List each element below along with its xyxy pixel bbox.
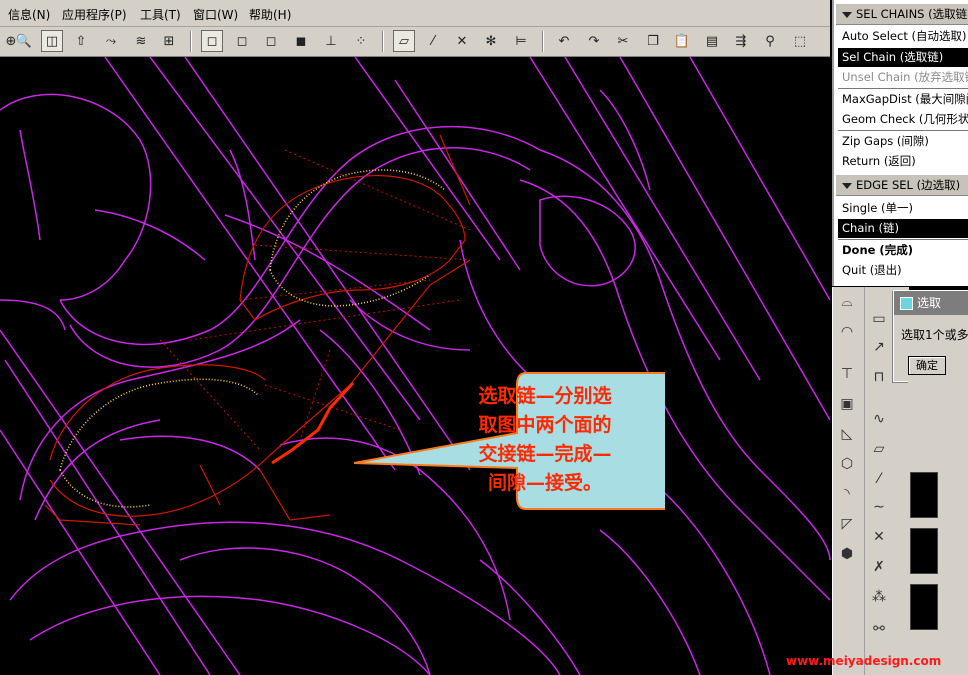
menu-unsel-chain: Unsel Chain (放弃选取链)	[842, 70, 968, 84]
chamfer-icon[interactable]: ◸	[835, 512, 859, 536]
coord-sys-icon[interactable]: ✻	[480, 30, 502, 52]
orient-icon[interactable]: ⇧	[70, 30, 92, 52]
callout-line-2: 取图中两个面的	[478, 414, 612, 436]
menu-info[interactable]: 信息(N)	[8, 6, 50, 23]
datum-plane-icon[interactable]: ▭	[867, 307, 891, 331]
menu-bar: 信息(N) 应用程序(P) 工具(T) 窗口(W) 帮助(H)	[0, 0, 830, 27]
thumbnail[interactable]	[910, 472, 938, 518]
menu-divider	[838, 88, 968, 89]
curve-icon[interactable]: ∼	[867, 495, 891, 519]
dialog-titlebar[interactable]: 选取	[894, 291, 968, 315]
menu-divider	[838, 130, 968, 131]
offset-icon[interactable]: ▣	[835, 392, 859, 416]
menu-return[interactable]: Return (返回)	[838, 152, 968, 171]
menu-window[interactable]: 窗口(W)	[193, 6, 238, 23]
datum-curve-icon[interactable]: ∿	[867, 407, 891, 431]
toolbar-separator	[542, 31, 544, 52]
named-view-icon[interactable]: ⤳	[100, 30, 122, 52]
dialog-icon	[900, 297, 913, 310]
trim-icon[interactable]: ⊤	[835, 362, 859, 386]
graphics-window[interactable]	[0, 57, 832, 675]
datum-point-icon[interactable]: ✕	[451, 30, 473, 52]
offset-point-icon[interactable]: ✗	[867, 555, 891, 579]
sel-chains-header[interactable]: SEL CHAINS (选取链)	[836, 3, 968, 25]
hidden-line-icon[interactable]: ◻	[231, 30, 253, 52]
layers-icon[interactable]: ≋	[130, 30, 152, 52]
menu-done[interactable]: Done (完成)	[838, 241, 968, 260]
model-tree-icon[interactable]: ⊞	[158, 30, 180, 52]
shaded-icon[interactable]: ◻	[201, 30, 223, 52]
redo-icon[interactable]: ↷	[583, 30, 605, 52]
watermark: www.meiyadesign.com	[786, 654, 942, 668]
measure-icon[interactable]: ⊨	[510, 30, 532, 52]
no-hidden-icon[interactable]: ◻	[260, 30, 282, 52]
datum-points-icon[interactable]: ⁘	[350, 30, 372, 52]
paste-special-icon[interactable]: ▤	[701, 30, 723, 52]
menu-divider	[838, 239, 968, 240]
datum-axis-icon[interactable]: ↗	[867, 335, 891, 359]
toolbar-separator	[382, 31, 384, 52]
menu-zip-gaps[interactable]: Zip Gaps (间隙)	[838, 132, 968, 151]
copy-icon[interactable]: ❐	[642, 30, 664, 52]
plane-icon[interactable]: ▱	[867, 437, 891, 461]
toolbar-separator	[190, 31, 192, 52]
field-point-icon[interactable]: ⁂	[867, 585, 891, 609]
analysis-icon[interactable]: ⚯	[867, 617, 891, 641]
main-toolbar: ⊕ 🔍 ◫ ⇧ ⤳ ≋ ⊞ ◻ ◻ ◻ ◼ ⊥ ⁘ ▱ ⁄ ✕ ✻ ⊨ ↶ ↷ …	[0, 27, 830, 57]
axis-icon[interactable]: ⁄	[867, 467, 891, 491]
round-icon[interactable]: ◝	[835, 482, 859, 506]
menu-max-gap-dist[interactable]: MaxGapDist (最大间隙间距)	[838, 90, 968, 109]
find-icon[interactable]: ⚲	[759, 30, 781, 52]
datum-axes-icon[interactable]: ⊥	[320, 30, 342, 52]
ok-button[interactable]: 确定	[908, 356, 946, 375]
wireframe-model	[0, 57, 831, 675]
wireframe-icon[interactable]: ◼	[290, 30, 312, 52]
point-icon[interactable]: ✕	[867, 525, 891, 549]
regenerate-icon[interactable]: ⇶	[730, 30, 752, 52]
select-box-icon[interactable]: ⬚	[789, 30, 811, 52]
menu-single[interactable]: Single (单一)	[838, 199, 968, 218]
menu-manager: SEL CHAINS (选取链) Auto Select (自动选取) Sel …	[832, 0, 968, 286]
menu-help[interactable]: 帮助(H)	[249, 6, 291, 23]
undo-icon[interactable]: ↶	[553, 30, 575, 52]
solid-icon[interactable]: ⬢	[835, 542, 859, 566]
boundary-icon[interactable]: ◠	[835, 320, 859, 344]
thumbnail[interactable]	[910, 528, 938, 574]
select-dialog: 选取 选取1个或多个 确定	[893, 290, 968, 382]
thumbnail[interactable]	[910, 584, 938, 630]
menu-chain[interactable]: Chain (链)	[838, 219, 968, 238]
zoom-fit-icon[interactable]: ◫	[41, 30, 63, 52]
zoom-out-icon[interactable]: 🔍	[13, 30, 35, 52]
callout-text: 选取链—分别选 取图中两个面的 交接链—完成— 间隙—接受。	[440, 382, 650, 498]
collapse-triangle-icon	[842, 11, 852, 18]
menu-geom-check[interactable]: Geom Check (几何形状检查)	[838, 110, 968, 129]
datum-axis-icon[interactable]: ⁄	[422, 30, 444, 52]
sketch-icon[interactable]: ⊓	[867, 365, 891, 389]
callout-line-3: 交接链—完成—	[478, 443, 612, 465]
draft-icon[interactable]: ◺	[835, 422, 859, 446]
callout-line-4: 间隙—接受。	[487, 472, 602, 494]
edge-sel-header[interactable]: EDGE SEL (边选取)	[836, 174, 968, 196]
menu-tools[interactable]: 工具(T)	[140, 6, 181, 23]
menu-applications[interactable]: 应用程序(P)	[62, 6, 127, 23]
paste-icon[interactable]: 📋	[671, 30, 693, 52]
callout-line-1: 选取链—分别选	[478, 385, 612, 407]
menu-sel-chain[interactable]: Sel Chain (选取链)	[838, 48, 968, 67]
cut-icon[interactable]: ✂	[612, 30, 634, 52]
shell-icon[interactable]: ⬡	[835, 452, 859, 476]
menu-quit[interactable]: Quit (退出)	[838, 261, 968, 280]
menu-auto-select[interactable]: Auto Select (自动选取)	[838, 27, 968, 46]
thumbnail-strip	[908, 380, 968, 675]
surface-icon[interactable]: ⌓	[835, 290, 859, 314]
datum-plane-icon[interactable]: ▱	[393, 30, 415, 52]
collapse-triangle-icon	[842, 182, 852, 189]
dialog-message: 选取1个或多个	[901, 328, 968, 342]
